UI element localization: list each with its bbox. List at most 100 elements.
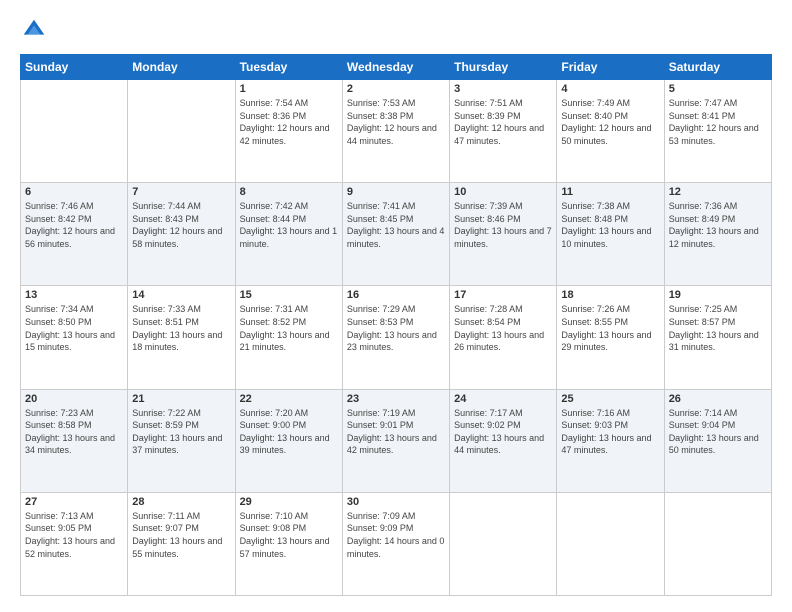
day-number: 2 <box>347 83 445 95</box>
calendar-cell: 22 Sunrise: 7:20 AMSunset: 9:00 PMDayligh… <box>235 389 342 492</box>
header <box>20 16 772 44</box>
day-number: 28 <box>132 496 230 508</box>
calendar-cell <box>557 492 664 595</box>
calendar-cell: 1 Sunrise: 7:54 AMSunset: 8:36 PMDaylight… <box>235 80 342 183</box>
day-info: Sunrise: 7:17 AMSunset: 9:02 PMDaylight:… <box>454 407 552 457</box>
calendar-cell: 28 Sunrise: 7:11 AMSunset: 9:07 PMDayligh… <box>128 492 235 595</box>
day-info: Sunrise: 7:44 AMSunset: 8:43 PMDaylight:… <box>132 200 230 250</box>
calendar-cell <box>128 80 235 183</box>
calendar-cell: 15 Sunrise: 7:31 AMSunset: 8:52 PMDayligh… <box>235 286 342 389</box>
day-info: Sunrise: 7:29 AMSunset: 8:53 PMDaylight:… <box>347 303 445 353</box>
day-number: 4 <box>561 83 659 95</box>
day-number: 20 <box>25 393 123 405</box>
calendar-cell <box>450 492 557 595</box>
day-info: Sunrise: 7:36 AMSunset: 8:49 PMDaylight:… <box>669 200 767 250</box>
day-number: 3 <box>454 83 552 95</box>
logo <box>20 16 52 44</box>
day-info: Sunrise: 7:47 AMSunset: 8:41 PMDaylight:… <box>669 97 767 147</box>
day-info: Sunrise: 7:13 AMSunset: 9:05 PMDaylight:… <box>25 510 123 560</box>
day-info: Sunrise: 7:38 AMSunset: 8:48 PMDaylight:… <box>561 200 659 250</box>
day-number: 30 <box>347 496 445 508</box>
day-info: Sunrise: 7:10 AMSunset: 9:08 PMDaylight:… <box>240 510 338 560</box>
week-row-5: 27 Sunrise: 7:13 AMSunset: 9:05 PMDayligh… <box>21 492 772 595</box>
day-number: 17 <box>454 289 552 301</box>
day-info: Sunrise: 7:22 AMSunset: 8:59 PMDaylight:… <box>132 407 230 457</box>
day-number: 21 <box>132 393 230 405</box>
day-info: Sunrise: 7:53 AMSunset: 8:38 PMDaylight:… <box>347 97 445 147</box>
calendar-cell: 11 Sunrise: 7:38 AMSunset: 8:48 PMDayligh… <box>557 183 664 286</box>
day-number: 12 <box>669 186 767 198</box>
calendar-cell: 5 Sunrise: 7:47 AMSunset: 8:41 PMDaylight… <box>664 80 771 183</box>
calendar-cell: 8 Sunrise: 7:42 AMSunset: 8:44 PMDaylight… <box>235 183 342 286</box>
calendar-cell: 30 Sunrise: 7:09 AMSunset: 9:09 PMDayligh… <box>342 492 449 595</box>
page: SundayMondayTuesdayWednesdayThursdayFrid… <box>0 0 792 612</box>
day-info: Sunrise: 7:33 AMSunset: 8:51 PMDaylight:… <box>132 303 230 353</box>
weekday-header-friday: Friday <box>557 55 664 80</box>
calendar-table: SundayMondayTuesdayWednesdayThursdayFrid… <box>20 54 772 596</box>
calendar-cell: 7 Sunrise: 7:44 AMSunset: 8:43 PMDaylight… <box>128 183 235 286</box>
day-info: Sunrise: 7:14 AMSunset: 9:04 PMDaylight:… <box>669 407 767 457</box>
day-info: Sunrise: 7:34 AMSunset: 8:50 PMDaylight:… <box>25 303 123 353</box>
calendar-cell: 21 Sunrise: 7:22 AMSunset: 8:59 PMDayligh… <box>128 389 235 492</box>
day-info: Sunrise: 7:09 AMSunset: 9:09 PMDaylight:… <box>347 510 445 560</box>
day-number: 19 <box>669 289 767 301</box>
day-info: Sunrise: 7:51 AMSunset: 8:39 PMDaylight:… <box>454 97 552 147</box>
day-number: 15 <box>240 289 338 301</box>
day-number: 27 <box>25 496 123 508</box>
day-number: 5 <box>669 83 767 95</box>
day-info: Sunrise: 7:49 AMSunset: 8:40 PMDaylight:… <box>561 97 659 147</box>
calendar-cell: 12 Sunrise: 7:36 AMSunset: 8:49 PMDayligh… <box>664 183 771 286</box>
calendar-cell: 2 Sunrise: 7:53 AMSunset: 8:38 PMDaylight… <box>342 80 449 183</box>
calendar-cell: 24 Sunrise: 7:17 AMSunset: 9:02 PMDayligh… <box>450 389 557 492</box>
day-number: 7 <box>132 186 230 198</box>
weekday-header-wednesday: Wednesday <box>342 55 449 80</box>
day-info: Sunrise: 7:11 AMSunset: 9:07 PMDaylight:… <box>132 510 230 560</box>
calendar-cell: 18Sunrise: 7:26 AMSunset: 8:55 PMDayligh… <box>557 286 664 389</box>
calendar-cell: 9Sunrise: 7:41 AMSunset: 8:45 PMDaylight… <box>342 183 449 286</box>
day-number: 13 <box>25 289 123 301</box>
day-info: Sunrise: 7:16 AMSunset: 9:03 PMDaylight:… <box>561 407 659 457</box>
calendar-cell: 20Sunrise: 7:23 AMSunset: 8:58 PMDayligh… <box>21 389 128 492</box>
day-info: Sunrise: 7:20 AMSunset: 9:00 PMDaylight:… <box>240 407 338 457</box>
day-number: 22 <box>240 393 338 405</box>
week-row-2: 6Sunrise: 7:46 AMSunset: 8:42 PMDaylight… <box>21 183 772 286</box>
calendar-cell: 27 Sunrise: 7:13 AMSunset: 9:05 PMDayligh… <box>21 492 128 595</box>
calendar-cell: 17 Sunrise: 7:28 AMSunset: 8:54 PMDayligh… <box>450 286 557 389</box>
day-number: 24 <box>454 393 552 405</box>
day-info: Sunrise: 7:41 AMSunset: 8:45 PMDaylight:… <box>347 200 445 250</box>
day-number: 29 <box>240 496 338 508</box>
day-info: Sunrise: 7:39 AMSunset: 8:46 PMDaylight:… <box>454 200 552 250</box>
logo-icon <box>20 16 48 44</box>
day-info: Sunrise: 7:46 AMSunset: 8:42 PMDaylight:… <box>25 200 123 250</box>
weekday-header-row: SundayMondayTuesdayWednesdayThursdayFrid… <box>21 55 772 80</box>
weekday-header-monday: Monday <box>128 55 235 80</box>
day-number: 26 <box>669 393 767 405</box>
day-number: 23 <box>347 393 445 405</box>
day-info: Sunrise: 7:26 AMSunset: 8:55 PMDaylight:… <box>561 303 659 353</box>
calendar-cell: 6Sunrise: 7:46 AMSunset: 8:42 PMDaylight… <box>21 183 128 286</box>
calendar-cell <box>21 80 128 183</box>
calendar-cell: 13 Sunrise: 7:34 AMSunset: 8:50 PMDayligh… <box>21 286 128 389</box>
day-number: 14 <box>132 289 230 301</box>
calendar-cell: 29 Sunrise: 7:10 AMSunset: 9:08 PMDayligh… <box>235 492 342 595</box>
calendar-cell: 3 Sunrise: 7:51 AMSunset: 8:39 PMDaylight… <box>450 80 557 183</box>
day-info: Sunrise: 7:54 AMSunset: 8:36 PMDaylight:… <box>240 97 338 147</box>
day-info: Sunrise: 7:28 AMSunset: 8:54 PMDaylight:… <box>454 303 552 353</box>
calendar-cell <box>664 492 771 595</box>
weekday-header-saturday: Saturday <box>664 55 771 80</box>
calendar-cell: 26 Sunrise: 7:14 AMSunset: 9:04 PMDayligh… <box>664 389 771 492</box>
day-info: Sunrise: 7:31 AMSunset: 8:52 PMDaylight:… <box>240 303 338 353</box>
calendar-cell: 16Sunrise: 7:29 AMSunset: 8:53 PMDayligh… <box>342 286 449 389</box>
calendar-cell: 23 Sunrise: 7:19 AMSunset: 9:01 PMDayligh… <box>342 389 449 492</box>
day-info: Sunrise: 7:42 AMSunset: 8:44 PMDaylight:… <box>240 200 338 250</box>
day-number: 11 <box>561 186 659 198</box>
day-number: 25 <box>561 393 659 405</box>
day-info: Sunrise: 7:19 AMSunset: 9:01 PMDaylight:… <box>347 407 445 457</box>
weekday-header-tuesday: Tuesday <box>235 55 342 80</box>
calendar-cell: 19 Sunrise: 7:25 AMSunset: 8:57 PMDayligh… <box>664 286 771 389</box>
weekday-header-sunday: Sunday <box>21 55 128 80</box>
day-number: 1 <box>240 83 338 95</box>
day-number: 8 <box>240 186 338 198</box>
weekday-header-thursday: Thursday <box>450 55 557 80</box>
day-info: Sunrise: 7:25 AMSunset: 8:57 PMDaylight:… <box>669 303 767 353</box>
